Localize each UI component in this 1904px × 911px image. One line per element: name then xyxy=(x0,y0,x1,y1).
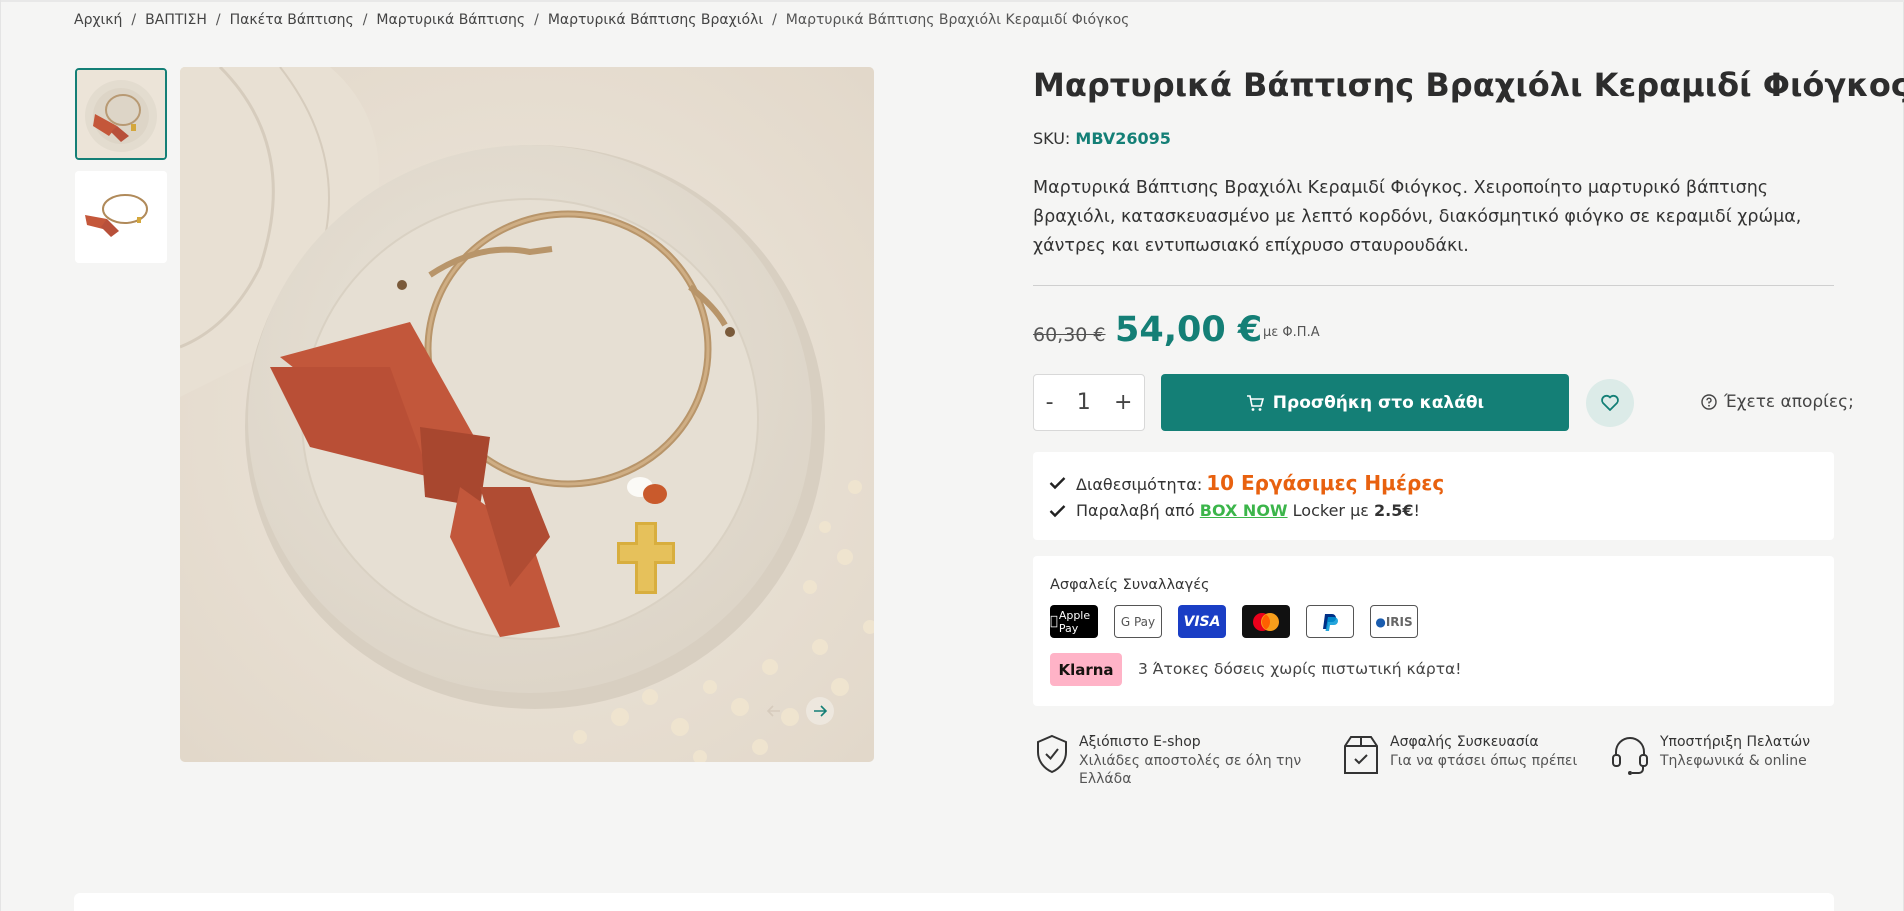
breadcrumb-separator: / xyxy=(215,12,221,28)
cart-icon xyxy=(1246,394,1264,411)
pickup-text: Παραλαβή από BOX NOW Locker με 2.5€! xyxy=(1076,501,1420,520)
breadcrumb-current: Μαρτυρικά Βάπτισης Βραχιόλι Κεραμιδί Φιό… xyxy=(785,12,1130,28)
product-title: Μαρτυρικά Βάπτισης Βραχιόλι Κεραμιδί Φιό… xyxy=(1033,66,1904,104)
feature-title: Υποστήριξη Πελατών xyxy=(1660,734,1811,750)
divider xyxy=(1033,285,1834,286)
check-icon xyxy=(1049,477,1066,490)
thumbnail-bracelet-plate-image xyxy=(77,70,165,158)
gallery-prev-button[interactable] xyxy=(760,697,788,725)
availability-box: Διαθεσιμότητα: 10 Εργάσιμες Ημέρες Παραλα… xyxy=(1033,452,1834,540)
iris-icon: ● IRIS xyxy=(1370,605,1418,638)
secure-payments-title: Ασφαλείς Συναλλαγές xyxy=(1050,577,1210,593)
klarna-badge: Klarna xyxy=(1050,653,1122,686)
thumbnail-2[interactable] xyxy=(75,171,167,263)
pickup-price: 2.5€ xyxy=(1374,501,1414,520)
quantity-decrease-button[interactable]: - xyxy=(1046,390,1054,415)
arrow-left-icon xyxy=(766,705,780,717)
feature-title: Ασφαλής Συσκευασία xyxy=(1390,734,1539,750)
breadcrumb-baptism[interactable]: ΒΑΠΤΙΣΗ xyxy=(145,12,207,28)
product-sku: SKU: MBV26095 xyxy=(1033,129,1171,148)
mastercard-icon xyxy=(1242,605,1290,638)
feature-desc: Χιλιάδες αποστολές σε όλη την Ελλάδα xyxy=(1079,753,1302,787)
paypal-icon xyxy=(1306,605,1354,638)
breadcrumb-baptism-packages[interactable]: Πακέτα Βάπτισης xyxy=(230,12,354,28)
quantity-input[interactable]: 1 xyxy=(1077,390,1091,415)
quantity-increase-button[interactable]: + xyxy=(1114,390,1132,415)
visa-icon: VISA xyxy=(1178,605,1226,638)
breadcrumb-separator: / xyxy=(534,12,539,28)
paypal-logo xyxy=(1323,613,1338,631)
apple-pay-icon: Apple Pay xyxy=(1050,605,1098,638)
breadcrumb-martyrika[interactable]: Μαρτυρικά Βάπτισης xyxy=(376,12,525,28)
product-description: Μαρτυρικά Βάπτισης Βραχιόλι Κεραμιδί Φιό… xyxy=(1033,178,1802,256)
package-icon xyxy=(1344,736,1378,774)
thumbnail-1[interactable] xyxy=(75,68,167,160)
breadcrumb-home[interactable]: Αρχική xyxy=(74,12,122,28)
availability-label: Διαθεσιμότητα: 10 Εργάσιμες Ημέρες xyxy=(1076,471,1445,495)
arrow-right-icon xyxy=(814,705,828,717)
breadcrumb-separator: / xyxy=(131,12,137,28)
boxnow-link[interactable]: BOX NOW xyxy=(1200,501,1288,520)
bottom-section-card xyxy=(74,893,1834,911)
secure-payments-box: Ασφαλείς Συναλλαγές Apple Pay G Pay VIS… xyxy=(1033,556,1834,706)
add-to-cart-button[interactable]: Προσθήκη στο καλάθι xyxy=(1161,374,1569,431)
availability-value: 10 Εργάσιμες Ημέρες xyxy=(1206,471,1445,495)
breadcrumb-separator: / xyxy=(772,12,777,28)
questions-label: Έχετε απορίες; xyxy=(1724,392,1854,412)
feature-safe-packaging: Ασφαλής Συσκευασία Για να φτάσει όπως πρ… xyxy=(1342,734,1577,776)
old-price: 60,30 € xyxy=(1033,324,1106,346)
headset-icon xyxy=(1612,737,1648,775)
breadcrumb: Αρχική / ΒΑΠΤΙΣΗ / Πακέτα Βάπτισης / Μαρ… xyxy=(74,12,1129,28)
feature-desc: Για να φτάσει όπως πρέπει xyxy=(1390,753,1578,769)
questions-link[interactable]: Έχετε απορίες; xyxy=(1701,392,1854,412)
mastercard-circles xyxy=(1253,612,1279,631)
shield-check-icon xyxy=(1037,734,1067,774)
help-circle-icon xyxy=(1701,394,1717,410)
check-icon xyxy=(1049,504,1066,517)
feature-desc: Τηλεφωνικά & online xyxy=(1660,753,1807,769)
add-to-cart-label: Προσθήκη στο καλάθι xyxy=(1272,392,1485,413)
pickup-row: Παραλαβή από BOX NOW Locker με 2.5€! xyxy=(1049,501,1420,520)
quantity-stepper: - 1 + xyxy=(1033,374,1145,431)
thumbnail-bracelet-white-image xyxy=(75,171,167,263)
breadcrumb-bracelets[interactable]: Μαρτυρικά Βάπτισης Βραχιόλι xyxy=(548,12,763,28)
gallery-next-button[interactable] xyxy=(806,697,834,725)
bracelet-photo xyxy=(180,67,874,762)
top-border xyxy=(1,0,1904,2)
vat-note: με Φ.Π.Α xyxy=(1263,325,1320,340)
google-pay-icon: G Pay xyxy=(1114,605,1162,638)
heart-icon xyxy=(1601,394,1619,411)
availability-row: Διαθεσιμότητα: 10 Εργάσιμες Ημέρες xyxy=(1049,471,1444,495)
sku-label: SKU: xyxy=(1033,129,1071,148)
klarna-text: 3 Άτοκες δόσεις χωρίς πιστωτική κάρτα! xyxy=(1138,660,1462,678)
feature-customer-support: Υποστήριξη Πελατών Τηλεφωνικά & online xyxy=(1610,734,1810,776)
sku-value: MBV26095 xyxy=(1075,129,1171,148)
breadcrumb-separator: / xyxy=(362,12,368,28)
wishlist-button[interactable] xyxy=(1586,379,1634,427)
feature-title: Αξιόπιστο E-shop xyxy=(1079,734,1201,750)
current-price: 54,00 € xyxy=(1115,310,1263,350)
feature-trusted-eshop: Αξιόπιστο E-shop Χιλιάδες αποστολές σε ό… xyxy=(1035,734,1301,788)
main-product-image[interactable] xyxy=(180,67,874,762)
